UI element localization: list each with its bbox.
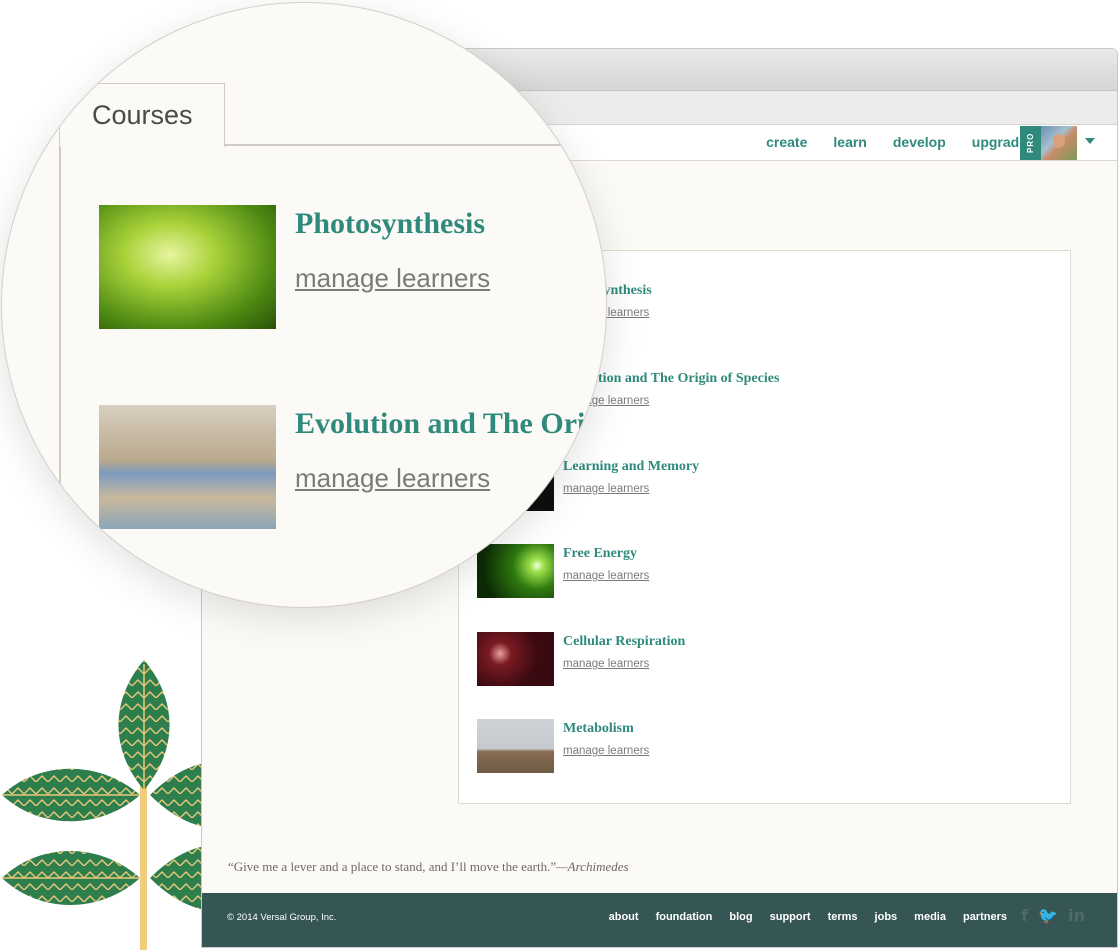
chevron-down-icon[interactable] bbox=[1085, 138, 1095, 144]
footer-links: about foundation blog support terms jobs… bbox=[592, 911, 1007, 923]
footer-link-about[interactable]: about bbox=[609, 911, 639, 923]
course-thumbnail[interactable] bbox=[99, 405, 276, 529]
nav-create[interactable]: create bbox=[766, 134, 807, 150]
manage-learners-link[interactable]: manage learners bbox=[563, 658, 649, 670]
course-row: Free Energy manage learners bbox=[477, 544, 1037, 600]
copyright: © 2014 Versal Group, Inc. bbox=[227, 912, 337, 923]
course-thumbnail[interactable] bbox=[477, 544, 554, 598]
twitter-icon[interactable]: 🐦 bbox=[1038, 906, 1058, 925]
footer-link-foundation[interactable]: foundation bbox=[656, 911, 713, 923]
footer-link-jobs[interactable]: jobs bbox=[875, 911, 898, 923]
course-row: Cellular Respiration manage learners bbox=[477, 632, 1037, 688]
tab-courses[interactable]: Courses bbox=[59, 83, 225, 147]
footer: © 2014 Versal Group, Inc. about foundati… bbox=[202, 893, 1117, 947]
nav-upgrade[interactable]: upgrade bbox=[972, 134, 1027, 150]
quote-text: “Give me a lever and a place to stand, a… bbox=[228, 859, 557, 874]
course-title[interactable]: Cellular Respiration bbox=[563, 634, 685, 650]
nav-develop[interactable]: develop bbox=[893, 134, 946, 150]
course-thumbnail[interactable] bbox=[477, 719, 554, 773]
course-row: Metabolism manage learners bbox=[477, 719, 1037, 775]
panel-border bbox=[59, 146, 61, 607]
manage-learners-link[interactable]: manage learners bbox=[563, 483, 649, 495]
quote-author: —Archimedes bbox=[556, 859, 629, 874]
manage-learners-link[interactable]: manage learners bbox=[295, 263, 490, 294]
footer-link-blog[interactable]: blog bbox=[729, 911, 752, 923]
course-title[interactable]: Evolution and The Origin of Species bbox=[295, 407, 606, 441]
tab-courses-label: Courses bbox=[92, 100, 193, 130]
course-title[interactable]: Learning and Memory bbox=[563, 459, 699, 475]
pro-badge: PRO bbox=[1020, 126, 1041, 160]
course-title[interactable]: Free Energy bbox=[563, 546, 637, 562]
quote: “Give me a lever and a place to stand, a… bbox=[228, 859, 629, 875]
plant-illustration bbox=[2, 660, 210, 950]
facebook-icon[interactable]: f bbox=[1021, 906, 1028, 925]
course-title[interactable]: Photosynthesis bbox=[295, 207, 485, 241]
manage-learners-link[interactable]: manage learners bbox=[563, 570, 649, 582]
magnifier-lens: Courses Photosynthesis manage learners E… bbox=[1, 2, 607, 608]
nav-learn[interactable]: learn bbox=[833, 134, 866, 150]
avatar[interactable] bbox=[1041, 126, 1077, 160]
footer-link-terms[interactable]: terms bbox=[828, 911, 858, 923]
linkedin-icon[interactable]: in bbox=[1068, 906, 1085, 925]
manage-learners-link[interactable]: manage learners bbox=[295, 463, 490, 494]
footer-link-partners[interactable]: partners bbox=[963, 911, 1007, 923]
footer-link-media[interactable]: media bbox=[914, 911, 946, 923]
course-thumbnail[interactable] bbox=[477, 632, 554, 686]
social-links: f 🐦 in bbox=[1021, 906, 1085, 925]
tab-divider bbox=[224, 144, 606, 146]
course-title[interactable]: Metabolism bbox=[563, 721, 634, 737]
footer-link-support[interactable]: support bbox=[770, 911, 811, 923]
course-thumbnail[interactable] bbox=[99, 205, 276, 329]
nav-links: create learn develop upgrade bbox=[740, 134, 1027, 150]
manage-learners-link[interactable]: manage learners bbox=[563, 745, 649, 757]
